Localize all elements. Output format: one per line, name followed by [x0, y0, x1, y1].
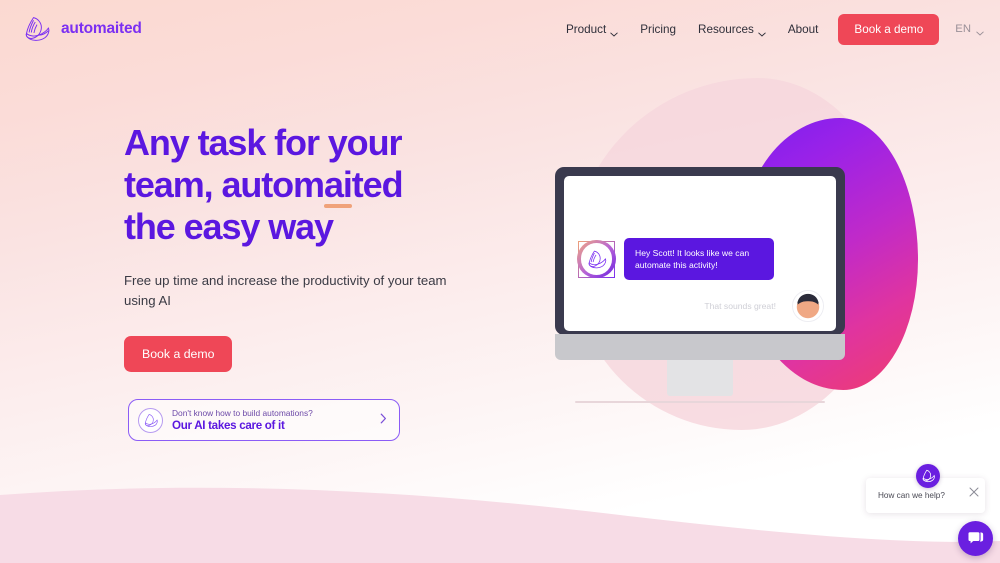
- chat-bubble-icon: [967, 531, 984, 546]
- monitor-stand: [667, 360, 733, 396]
- user-chat-reply: That sounds great!: [704, 301, 776, 311]
- chat-widget-avatar-badge: [916, 464, 940, 488]
- hero-content: Any task for your team, automaited the e…: [124, 122, 504, 441]
- headline-line-1: Any task for your: [124, 122, 402, 163]
- chevron-down-icon: [610, 27, 618, 37]
- hero-subhead: Free up time and increase the productivi…: [124, 273, 447, 308]
- ai-card-answer: Our AI takes care of it: [172, 418, 285, 432]
- headline-line-2-pre: team, autom: [124, 164, 325, 205]
- chevron-down-icon: [758, 27, 766, 37]
- monitor-illustration: Hey Scott! It looks like we can automate…: [555, 167, 845, 403]
- automaited-swirl-logo-icon: [138, 407, 163, 433]
- language-selector-label: EN: [955, 23, 971, 35]
- nav-item-pricing-label: Pricing: [640, 22, 676, 36]
- nav-item-resources-label: Resources: [698, 22, 754, 36]
- chat-message-row: Hey Scott! It looks like we can automate…: [577, 238, 774, 280]
- main-navigation: Product Pricing Resources About Book a d…: [555, 13, 984, 45]
- bot-avatar: [577, 239, 616, 279]
- nav-item-about-label: About: [787, 22, 819, 36]
- automaited-swirl-logo-icon: [922, 469, 935, 483]
- chat-widget-prompt: How can we help?: [878, 491, 945, 500]
- nav-item-product-label: Product: [565, 22, 607, 36]
- monitor-bezel: Hey Scott! It looks like we can automate…: [555, 167, 845, 335]
- ai-automation-card[interactable]: Don't know how to build automations? Our…: [128, 399, 400, 441]
- nav-item-resources[interactable]: Resources: [687, 17, 777, 42]
- chat-widget-open-button[interactable]: [958, 521, 993, 556]
- page-title: Any task for your team, automaited the e…: [124, 122, 504, 248]
- brand-logo[interactable]: automaited: [22, 15, 142, 43]
- ai-card-question: Don't know how to build automations?: [172, 407, 313, 418]
- nav-item-about[interactable]: About: [777, 17, 830, 42]
- chevron-right-icon[interactable]: [380, 411, 387, 429]
- header-book-demo-button[interactable]: Book a demo: [838, 13, 940, 45]
- monitor-base-line: [575, 401, 825, 403]
- headline-line-3: the easy way: [124, 206, 334, 247]
- headline-highlight-ai: ai: [323, 164, 353, 208]
- nav-item-product[interactable]: Product: [555, 17, 629, 42]
- hero-book-demo-button[interactable]: Book a demo: [124, 336, 233, 372]
- bot-chat-bubble: Hey Scott! It looks like we can automate…: [624, 238, 774, 280]
- close-icon[interactable]: [969, 484, 979, 497]
- automaited-swirl-logo-icon: [580, 243, 613, 275]
- site-header: automaited Product Pricing Resources Abo…: [0, 0, 1000, 58]
- headline-line-2-post: ted: [351, 164, 404, 205]
- language-selector[interactable]: EN: [955, 23, 984, 36]
- ai-card-text-block: Don't know how to build automations? Our…: [172, 408, 380, 433]
- chevron-down-icon: [976, 27, 984, 36]
- bottom-wave-shape: [0, 487, 1000, 563]
- brand-name: automaited: [61, 20, 142, 37]
- monitor-screen: Hey Scott! It looks like we can automate…: [564, 176, 836, 331]
- automaited-swirl-logo-icon: [22, 15, 52, 43]
- person-avatar-icon: [792, 290, 824, 322]
- nav-item-pricing[interactable]: Pricing: [629, 17, 687, 42]
- monitor-chin: [555, 334, 845, 360]
